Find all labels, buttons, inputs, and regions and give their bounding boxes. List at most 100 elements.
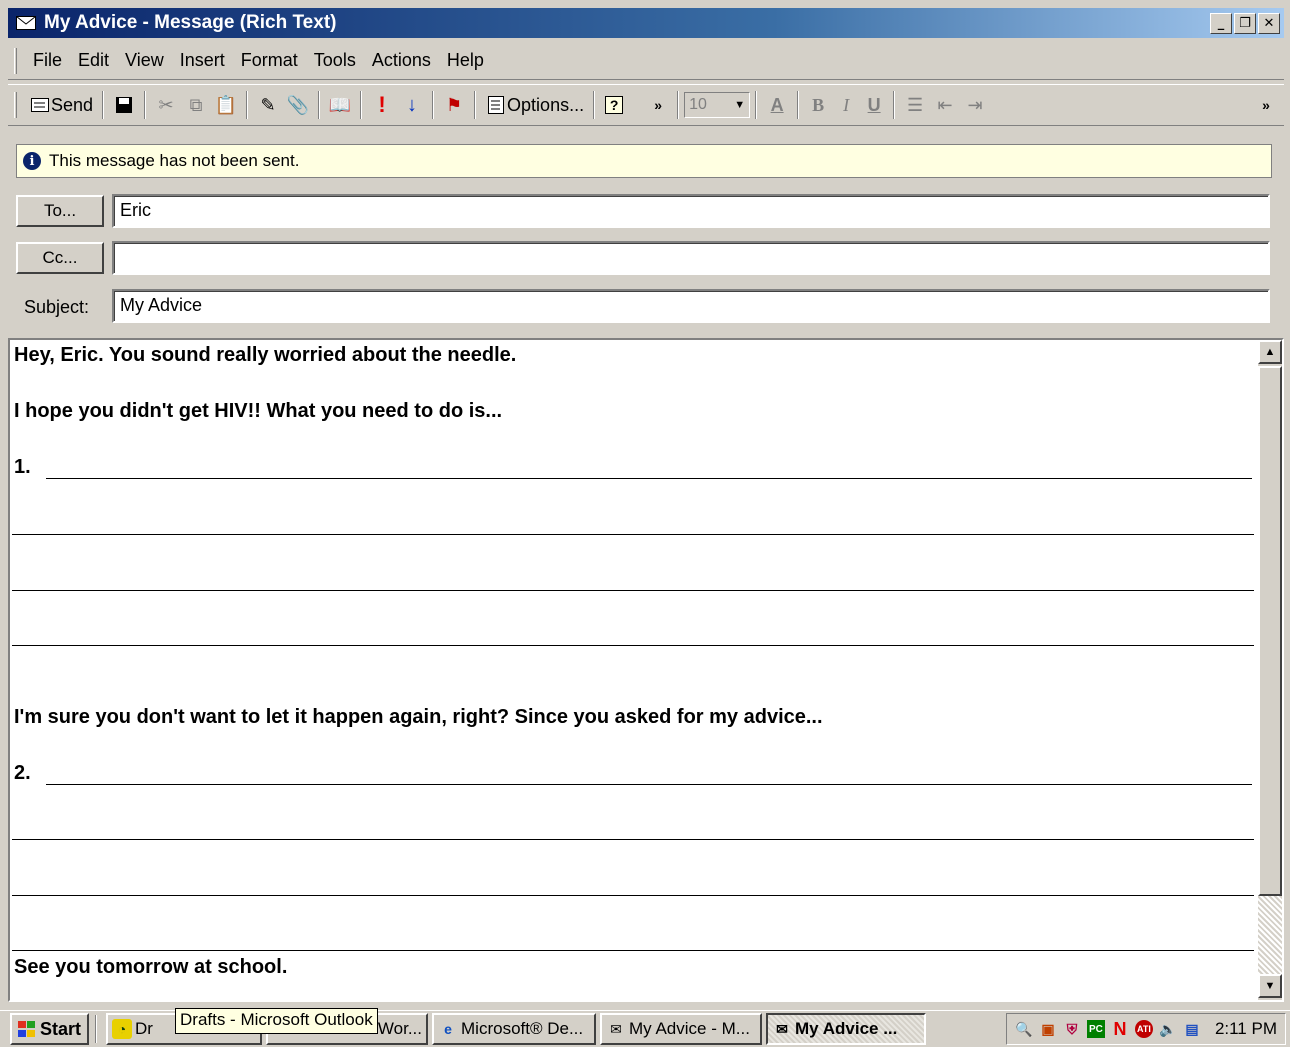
- restore-button[interactable]: ❐: [1234, 12, 1256, 34]
- menu-actions[interactable]: Actions: [364, 48, 439, 73]
- toolbar-separator: [893, 91, 896, 119]
- attach-button[interactable]: 📎: [283, 89, 313, 121]
- menu-help[interactable]: Help: [439, 48, 492, 73]
- toolbar-separator: [797, 91, 800, 119]
- decrease-indent-button[interactable]: ⇤: [930, 89, 960, 121]
- help-button[interactable]: ?: [600, 89, 628, 121]
- low-importance-button[interactable]: ↓: [397, 89, 427, 121]
- monitor-icon[interactable]: ▤: [1183, 1020, 1201, 1038]
- toolbar-overflow-chevron-right[interactable]: »: [1252, 89, 1280, 121]
- task-label: My Advice - M...: [629, 1019, 750, 1038]
- font-size-value: 10: [689, 96, 707, 113]
- options-button[interactable]: Options...: [481, 89, 588, 121]
- options-label: Options...: [507, 94, 585, 115]
- check-names-icon: ✎: [260, 94, 276, 115]
- menu-tools[interactable]: Tools: [306, 48, 364, 73]
- body-line: See you tomorrow at school.: [14, 956, 288, 978]
- save-button[interactable]: [109, 89, 139, 121]
- send-label: Send: [51, 94, 94, 115]
- list-number: 1.: [14, 456, 31, 478]
- minimize-button[interactable]: _: [1210, 12, 1232, 34]
- start-button[interactable]: Start: [10, 1013, 90, 1045]
- bullets-icon: ☰: [907, 94, 924, 115]
- taskbar-item-microsoft[interactable]: e Microsoft® De...: [432, 1013, 597, 1045]
- message-body[interactable]: Hey, Eric. You sound really worried abou…: [8, 338, 1284, 1002]
- menu-format[interactable]: Format: [233, 48, 306, 73]
- toolbar-separator: [246, 91, 249, 119]
- scroll-thumb[interactable]: [1258, 366, 1282, 896]
- exclamation-icon: !: [378, 92, 386, 117]
- task-label: Dr: [135, 1019, 153, 1038]
- cc-field[interactable]: [112, 241, 1270, 275]
- answer-line: [12, 895, 1254, 896]
- info-bar: i This message has not been sent.: [16, 144, 1272, 178]
- speaker-icon[interactable]: 🔈: [1159, 1020, 1177, 1038]
- menu-insert[interactable]: Insert: [172, 48, 233, 73]
- menu-grip[interactable]: [14, 47, 17, 74]
- to-button[interactable]: To...: [16, 195, 104, 227]
- address-book-button[interactable]: 📖: [325, 89, 355, 121]
- menu-edit[interactable]: Edit: [70, 48, 117, 73]
- taskbar-item-my-advice-2[interactable]: ✉ My Advice ...: [766, 1013, 927, 1045]
- body-line: Hey, Eric. You sound really worried abou…: [14, 344, 517, 366]
- toolbar: Send ✂ ⧉ 📋 ✎ 📎 📖 ! ↓ ⚑ Options... ? » 10…: [8, 84, 1284, 126]
- ati-icon[interactable]: ATI: [1134, 1020, 1153, 1038]
- info-message: This message has not been sent.: [49, 151, 300, 170]
- close-button[interactable]: ✕: [1258, 12, 1280, 34]
- high-importance-button[interactable]: !: [367, 89, 397, 121]
- bullets-button[interactable]: ☰: [900, 89, 930, 121]
- paperclip-icon: 📎: [286, 94, 310, 115]
- flag-button[interactable]: ⚑: [439, 89, 469, 121]
- clock[interactable]: 2:11 PM: [1215, 1019, 1277, 1039]
- message-body-text[interactable]: Hey, Eric. You sound really worried abou…: [12, 342, 1256, 998]
- menu-file[interactable]: File: [25, 48, 70, 73]
- bold-button[interactable]: B: [804, 89, 832, 121]
- down-arrow-icon: ↓: [407, 93, 418, 116]
- network-icon[interactable]: ▣: [1039, 1020, 1057, 1038]
- window-title: My Advice - Message (Rich Text): [44, 12, 337, 33]
- answer-line: [12, 950, 1254, 951]
- cc-button[interactable]: Cc...: [16, 242, 104, 274]
- toolbar-separator: [432, 91, 435, 119]
- answer-line: [12, 839, 1254, 840]
- vertical-scrollbar[interactable]: ▲ ▼: [1258, 340, 1282, 1000]
- underline-button[interactable]: U: [860, 89, 888, 121]
- send-icon: [29, 94, 51, 116]
- taskbar-item-my-advice-1[interactable]: ✉ My Advice - M...: [600, 1013, 763, 1045]
- scroll-down-button[interactable]: ▼: [1258, 974, 1282, 998]
- toolbar-grip[interactable]: [14, 92, 17, 118]
- antivirus-shield-icon[interactable]: ⛨: [1063, 1020, 1081, 1038]
- scroll-up-button[interactable]: ▲: [1258, 340, 1282, 364]
- subject-field[interactable]: My Advice: [112, 289, 1270, 323]
- pc-icon[interactable]: PC: [1086, 1020, 1105, 1038]
- toolbar-separator: [677, 91, 680, 119]
- toolbar-separator: [102, 91, 105, 119]
- menu-bar: File Edit View Insert Format Tools Actio…: [8, 42, 1284, 80]
- scroll-track[interactable]: [1258, 896, 1282, 974]
- envelope-icon: [14, 13, 38, 33]
- cut-button[interactable]: ✂: [151, 89, 181, 121]
- italic-button[interactable]: I: [832, 89, 860, 121]
- check-names-button[interactable]: ✎: [253, 89, 283, 121]
- toolbar-separator: [318, 91, 321, 119]
- increase-indent-button[interactable]: ⇥: [960, 89, 990, 121]
- decrease-indent-icon: ⇤: [937, 94, 953, 115]
- help-icon: ?: [605, 96, 624, 114]
- toolbar-overflow-chevron[interactable]: »: [644, 89, 672, 121]
- norton-icon[interactable]: N: [1111, 1019, 1129, 1039]
- magnifier-icon[interactable]: 🔍: [1015, 1020, 1033, 1038]
- scissors-icon: ✂: [158, 94, 174, 115]
- body-line: I hope you didn't get HIV!! What you nee…: [14, 400, 503, 422]
- increase-indent-icon: ⇥: [967, 94, 983, 115]
- info-icon: i: [23, 152, 41, 170]
- answer-line: [12, 534, 1254, 535]
- options-icon: [485, 94, 507, 116]
- paste-button[interactable]: 📋: [211, 89, 241, 121]
- send-button[interactable]: Send: [25, 89, 97, 121]
- copy-button[interactable]: ⧉: [181, 89, 211, 121]
- to-field[interactable]: Eric: [112, 194, 1270, 228]
- font-size-select[interactable]: 10 ▼: [684, 92, 751, 118]
- answer-line: [46, 784, 1252, 785]
- menu-view[interactable]: View: [117, 48, 172, 73]
- font-color-button[interactable]: A: [762, 89, 792, 121]
